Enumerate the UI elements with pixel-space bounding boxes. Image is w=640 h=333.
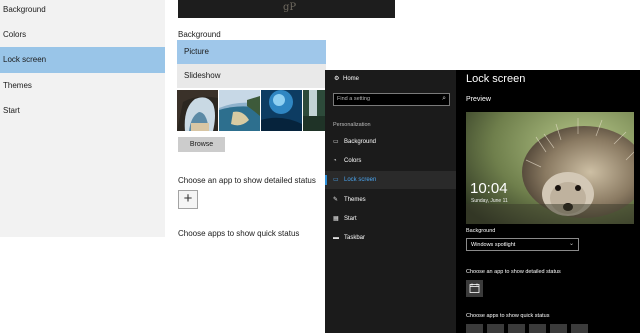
background-preview-image: gP <box>178 0 395 18</box>
background-label: Background <box>178 30 221 39</box>
nav-item-lock-screen[interactable]: ▭ Lock screen <box>325 171 456 189</box>
nav-item-colors[interactable]: ◔ Colors <box>325 152 456 170</box>
nav-item-label: Start <box>344 216 357 222</box>
active-indicator <box>325 175 327 185</box>
detailed-status-label: Choose an app to show detailed status <box>178 176 316 185</box>
start-icon: ▦ <box>333 216 339 222</box>
lock-screen-preview <box>466 112 634 224</box>
search-icon: ⌕ <box>442 95 446 102</box>
background-select-value: Windows spotlight <box>471 241 516 248</box>
option-slideshow[interactable]: Slideshow <box>177 64 326 88</box>
gear-icon: ⚙ <box>334 76 340 82</box>
preview-time: 10:04 <box>470 180 508 197</box>
nav-item-taskbar[interactable]: ▬ Taskbar <box>325 229 456 247</box>
quick-status-label: Choose apps to show quick status <box>466 313 550 319</box>
taskbar-icon: ▬ <box>333 235 339 241</box>
calendar-icon <box>469 283 480 293</box>
nav-item-background[interactable]: ▭ Background <box>325 133 456 151</box>
background-select[interactable]: Windows spotlight ⌄ <box>466 238 579 251</box>
nav-item-label: Background <box>344 139 377 145</box>
picture-icon: ▭ <box>333 139 339 145</box>
thumbnail-cave-beach[interactable] <box>177 90 218 131</box>
search-placeholder: Find a setting <box>337 96 371 102</box>
palette-icon: ◔ <box>333 158 337 164</box>
thumbnail-underwater[interactable] <box>261 90 302 131</box>
dark-nav-pane: ⚙ Home Find a setting ⌕ Personalization ▭… <box>325 70 456 333</box>
sidebar-item-lock-screen[interactable]: Lock screen <box>0 47 165 73</box>
quick-status-slot-6[interactable] <box>571 324 588 333</box>
detailed-status-label: Choose an app to show detailed status <box>466 269 561 275</box>
background-label: Background <box>466 228 496 234</box>
thumbnail-waterfall[interactable] <box>303 90 325 131</box>
nav-item-label: Lock screen <box>344 177 377 183</box>
light-sidebar: Background Colors Lock screen Themes Sta… <box>0 0 165 237</box>
hedgehog-image <box>466 112 634 224</box>
page-title: Lock screen <box>466 73 526 85</box>
calendar-app-button[interactable] <box>466 280 483 297</box>
nav-home-label: Home <box>343 76 360 82</box>
nav-item-label: Colors <box>344 158 362 164</box>
search-input[interactable]: Find a setting ⌕ <box>333 93 450 106</box>
watermark: gP <box>283 2 297 13</box>
quick-status-slot-2[interactable] <box>487 324 504 333</box>
nav-home[interactable]: ⚙ Home <box>334 75 359 82</box>
chevron-down-icon: ⌄ <box>568 241 574 247</box>
option-picture[interactable]: Picture <box>177 40 326 64</box>
sidebar-item-background[interactable]: Background <box>0 0 165 23</box>
thumbnail-coast[interactable] <box>219 90 260 131</box>
section-label: Personalization <box>333 122 371 128</box>
settings-window-dark: ⚙ Home Find a setting ⌕ Personalization ▭… <box>325 70 640 333</box>
brush-icon: ✎ <box>333 197 339 203</box>
quick-status-slot-4[interactable] <box>529 324 546 333</box>
sidebar-item-themes[interactable]: Themes <box>0 73 165 99</box>
sidebar-item-start[interactable]: Start <box>0 98 165 124</box>
quick-status-slot-1[interactable] <box>466 324 483 333</box>
nav-item-label: Taskbar <box>344 235 366 241</box>
monitor-icon: ▭ <box>333 177 339 183</box>
nav-item-start[interactable]: ▦ Start <box>325 210 456 228</box>
sidebar-item-colors[interactable]: Colors <box>0 22 165 48</box>
preview-date: Sunday, June 11 <box>471 198 508 204</box>
browse-button[interactable]: Browse <box>178 137 225 152</box>
nav-item-themes[interactable]: ✎ Themes <box>325 191 456 209</box>
quick-status-slot-5[interactable] <box>550 324 567 333</box>
quick-status-slot-3[interactable] <box>508 324 525 333</box>
quick-status-label: Choose apps to show quick status <box>178 229 300 238</box>
add-app-button[interactable]: + <box>178 190 198 209</box>
preview-label: Preview <box>466 96 491 103</box>
nav-item-label: Themes <box>344 197 366 203</box>
